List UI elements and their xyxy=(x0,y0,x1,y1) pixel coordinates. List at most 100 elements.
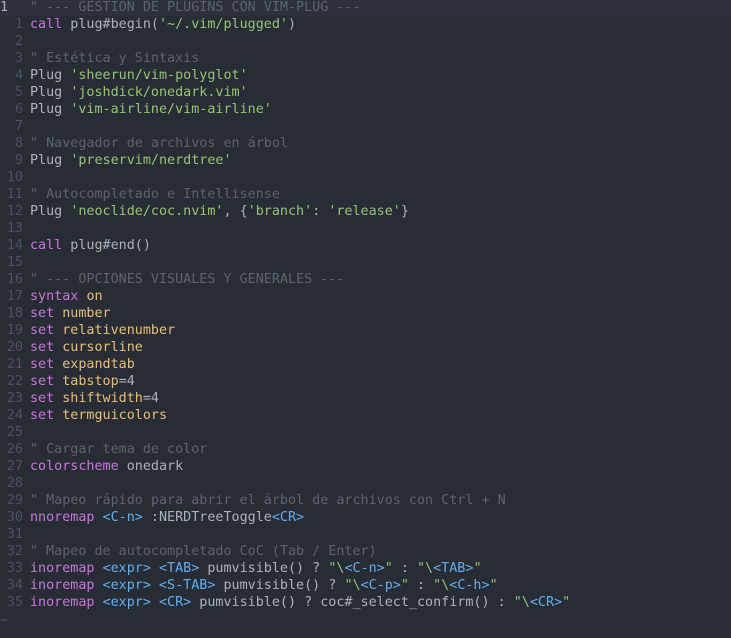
code-line[interactable]: 3 " Estética y Sintaxis xyxy=(0,50,731,67)
code-line[interactable]: 4 Plug 'sheerun/vim-polyglot' xyxy=(0,67,731,84)
code-token: set xyxy=(30,374,55,389)
code-token: =4 xyxy=(142,391,159,406)
line-number: 3 xyxy=(14,51,23,66)
code-token: : xyxy=(392,561,417,576)
code-line[interactable]: 17 syntax on xyxy=(0,288,731,305)
line-number: 20 xyxy=(6,340,23,355)
code-line[interactable]: 11 " Autocompletado e Intellisense xyxy=(0,186,731,203)
line-code: " Mapeo de autocompletado CoC (Tab / Ent… xyxy=(30,543,377,560)
code-token: call xyxy=(30,17,63,32)
code-editor[interactable]: 1 " --- GESTIÓN DE PLUGINS CON VIM-PLUG -… xyxy=(0,0,731,638)
code-line[interactable]: 19 set relativenumber xyxy=(0,322,731,339)
line-number: 33 xyxy=(6,561,23,576)
code-line[interactable]: 31 xyxy=(0,526,731,543)
line-number: 15 xyxy=(6,255,23,270)
code-token: 'branch' xyxy=(247,204,313,219)
code-line[interactable]: 24 set termguicolors xyxy=(0,407,731,424)
code-token: " Mapeo de autocompletado CoC (Tab / Ent… xyxy=(30,544,377,559)
code-token: <C-n> xyxy=(344,561,385,576)
code-token: pumvisible() ? xyxy=(199,561,329,576)
code-line[interactable]: 21 set expandtab xyxy=(0,356,731,373)
code-line[interactable]: 13 xyxy=(0,220,731,237)
code-line[interactable]: 22 set tabstop=4 xyxy=(0,373,731,390)
code-token: " Autocompletado e Intellisense xyxy=(30,187,280,202)
code-token: " xyxy=(384,561,393,576)
code-token: :NERDTreeToggle xyxy=(142,510,272,525)
line-code: set number xyxy=(30,305,111,322)
code-token: syntax xyxy=(30,289,79,304)
line-code: set expandtab xyxy=(30,356,135,373)
code-token: on xyxy=(86,289,103,304)
code-line[interactable]: 26 " Cargar tema de color xyxy=(0,441,731,458)
code-token: <expr> xyxy=(102,595,151,610)
line-number: 13 xyxy=(6,221,23,236)
code-token: "\ xyxy=(433,578,450,593)
line-number: 35 xyxy=(6,595,23,610)
editor-lines[interactable]: 1 " --- GESTIÓN DE PLUGINS CON VIM-PLUG -… xyxy=(0,0,731,611)
code-token: set xyxy=(30,391,55,406)
line-code: nnoremap <C-n> :NERDTreeToggle<CR> xyxy=(30,509,304,526)
code-token: " Navegador de archivos en árbol xyxy=(30,136,288,151)
code-line[interactable]: 5 Plug 'joshdick/onedark.vim' xyxy=(0,84,731,101)
code-line[interactable]: 27 colorscheme onedark xyxy=(0,458,731,475)
code-line[interactable]: 14 call plug#end() xyxy=(0,237,731,254)
code-token: shiftwidth xyxy=(62,391,143,406)
code-token: " Estética y Sintaxis xyxy=(30,51,200,66)
code-line[interactable]: 18 set number xyxy=(0,305,731,322)
code-line[interactable]: 33 inoremap <expr> <TAB> pumvisible() ? "… xyxy=(0,560,731,577)
code-token: plug#end() xyxy=(62,238,151,253)
line-number: 5 xyxy=(14,85,23,100)
code-line[interactable]: 6 Plug 'vim-airline/vim-airline' xyxy=(0,101,731,118)
code-token: " Mapeo rápido para abrir el árbol de ar… xyxy=(30,493,506,508)
code-line[interactable]: 32 " Mapeo de autocompletado CoC (Tab / E… xyxy=(0,543,731,560)
code-line[interactable]: 8 " Navegador de archivos en árbol xyxy=(0,135,731,152)
code-token: 'preservim/nerdtree' xyxy=(70,153,232,168)
current-line[interactable]: 1 " --- GESTIÓN DE PLUGINS CON VIM-PLUG -… xyxy=(0,0,731,16)
code-line[interactable]: 34 inoremap <expr> <S-TAB> pumvisible() ?… xyxy=(0,577,731,594)
code-line[interactable]: 9 Plug 'preservim/nerdtree' xyxy=(0,152,731,169)
line-code: Plug 'joshdick/onedark.vim' xyxy=(30,84,248,101)
line-number: 31 xyxy=(6,527,23,542)
code-token: number xyxy=(62,306,111,321)
code-line[interactable]: 10 xyxy=(0,169,731,186)
code-line[interactable]: 12 Plug 'neoclide/coc.nvim', {'branch': '… xyxy=(0,203,731,220)
code-token: nnoremap xyxy=(30,510,95,525)
code-line[interactable]: 30 nnoremap <C-n> :NERDTreeToggle<CR> xyxy=(0,509,731,526)
line-code: set tabstop=4 xyxy=(30,373,135,390)
line-number: 18 xyxy=(6,306,23,321)
line-number: 16 xyxy=(6,272,23,287)
code-token: set xyxy=(30,357,55,372)
code-line[interactable]: 29 " Mapeo rápido para abrir el árbol de … xyxy=(0,492,731,509)
line-number: 14 xyxy=(6,238,23,253)
code-token: set xyxy=(30,323,55,338)
code-line[interactable]: 15 xyxy=(0,254,731,271)
code-line[interactable]: 20 set cursorline xyxy=(0,339,731,356)
code-line[interactable]: 25 xyxy=(0,424,731,441)
code-token: "\ xyxy=(417,561,434,576)
code-line[interactable]: 16 " --- OPCIONES VISUALES Y GENERALES --… xyxy=(0,271,731,288)
code-token: <C-p> xyxy=(360,578,401,593)
code-token: pumvisible() ? coc#_select_confirm() : xyxy=(191,595,514,610)
line-code: Plug 'neoclide/coc.nvim', {'branch': 're… xyxy=(30,203,409,220)
code-line[interactable]: 7 xyxy=(0,118,731,135)
line-code: set relativenumber xyxy=(30,322,175,339)
code-line[interactable]: 28 xyxy=(0,475,731,492)
line-code: " Autocompletado e Intellisense xyxy=(30,186,280,203)
code-line[interactable]: 2 xyxy=(0,33,731,50)
code-token: Plug xyxy=(30,102,71,117)
code-token: pumvisible() ? xyxy=(215,578,345,593)
code-line[interactable]: 23 set shiftwidth=4 xyxy=(0,390,731,407)
code-line[interactable]: 35 inoremap <expr> <CR> pumvisible() ? co… xyxy=(0,594,731,611)
code-token: "\ xyxy=(344,578,361,593)
code-token: Plug xyxy=(30,85,71,100)
line-code: inoremap <expr> <TAB> pumvisible() ? "\<… xyxy=(30,560,482,577)
line-code: call plug#begin('~/.vim/plugged') xyxy=(30,16,296,33)
code-line[interactable]: 1 call plug#begin('~/.vim/plugged') xyxy=(0,16,731,33)
code-token: '~/.vim/plugged' xyxy=(159,17,288,32)
code-token: cursorline xyxy=(62,340,143,355)
code-token: ) xyxy=(288,17,297,32)
line-number: 25 xyxy=(6,425,23,440)
